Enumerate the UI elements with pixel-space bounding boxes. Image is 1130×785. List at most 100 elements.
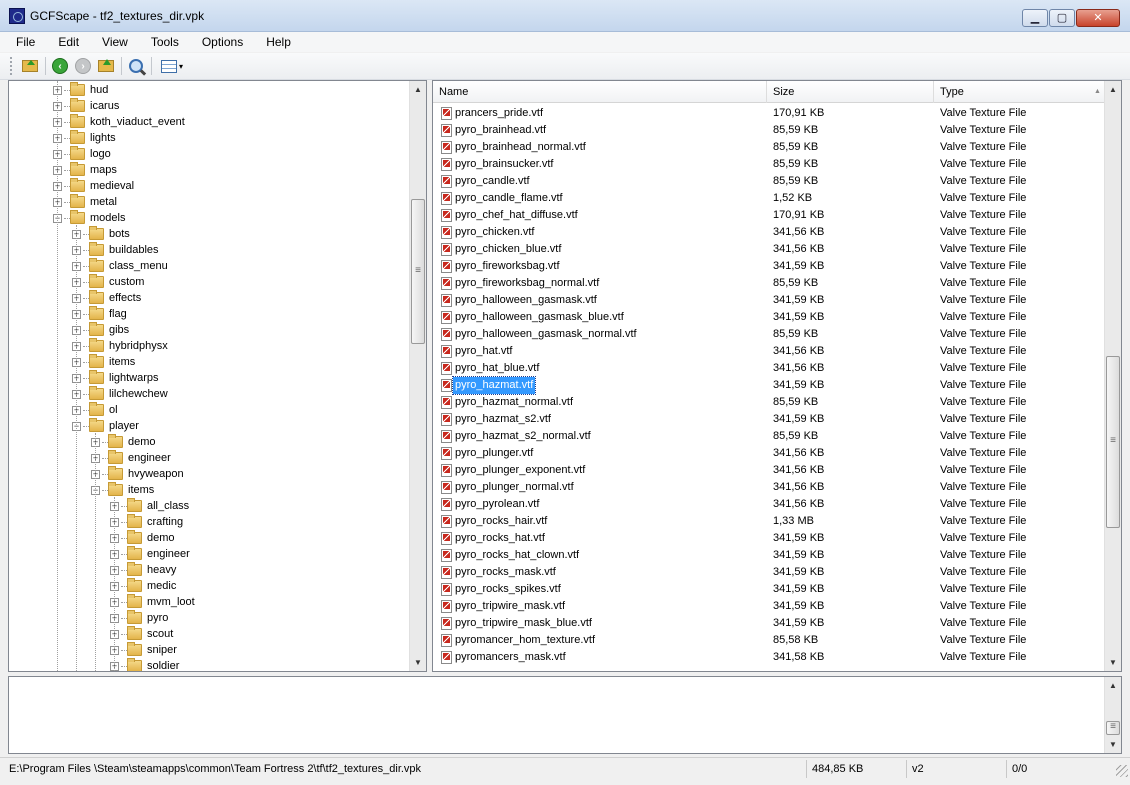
file-row[interactable]: pyro_halloween_gasmask_normal.vtf 85,59 K… bbox=[433, 326, 1105, 343]
tree-item[interactable]: + demo bbox=[9, 434, 409, 450]
file-row[interactable]: pyro_rocks_hair.vtf 1,33 MB Valve Texture … bbox=[433, 513, 1105, 530]
tree-item[interactable]: + engineer bbox=[9, 546, 409, 562]
tree-item[interactable]: + hybridphysx bbox=[9, 338, 409, 354]
menu-help[interactable]: Help bbox=[264, 34, 293, 50]
list-scrollbar[interactable]: ▲ ▼ bbox=[1104, 81, 1121, 671]
tree-item[interactable]: + lightwarps bbox=[9, 370, 409, 386]
tree-item[interactable]: + scout bbox=[9, 626, 409, 642]
tree-item[interactable]: + engineer bbox=[9, 450, 409, 466]
file-row[interactable]: pyro_fireworksbag_normal.vtf 85,59 KB Valv… bbox=[433, 275, 1105, 292]
file-row[interactable]: pyro_rocks_spikes.vtf 341,59 KB Valve Text… bbox=[433, 581, 1105, 598]
scroll-thumb[interactable] bbox=[411, 199, 425, 344]
file-row[interactable]: pyro_brainhead.vtf 85,59 KB Valve Texture … bbox=[433, 122, 1105, 139]
maximize-button[interactable]: ▢ bbox=[1049, 9, 1075, 27]
tree-item[interactable]: + effects bbox=[9, 290, 409, 306]
file-row[interactable]: pyromancers_mask.vtf 341,58 KB Valve Textu… bbox=[433, 649, 1105, 666]
tree-item[interactable]: − models bbox=[9, 210, 409, 226]
title-bar[interactable]: GCFScape - tf2_textures_dir.vpk ▁ ▢ ✕ bbox=[0, 0, 1130, 32]
scroll-thumb[interactable] bbox=[1106, 721, 1120, 735]
menu-options[interactable]: Options bbox=[200, 34, 245, 50]
file-row[interactable]: pyro_brainhead_normal.vtf 85,59 KB Valve T… bbox=[433, 139, 1105, 156]
tree-item[interactable]: + custom bbox=[9, 274, 409, 290]
tree-item[interactable]: + demo bbox=[9, 530, 409, 546]
file-row[interactable]: pyro_plunger_exponent.vtf 341,56 KB Valve … bbox=[433, 462, 1105, 479]
menu-file[interactable]: File bbox=[14, 34, 37, 50]
file-row[interactable]: pyro_rocks_hat.vtf 341,59 KB Valve Texture… bbox=[433, 530, 1105, 547]
file-row[interactable]: pyromancer_hom_texture.vtf 85,58 KB Valve … bbox=[433, 632, 1105, 649]
back-button[interactable]: ‹ bbox=[49, 55, 71, 77]
file-row[interactable]: pyro_hat_blue.vtf 341,56 KB Valve Texture … bbox=[433, 360, 1105, 377]
file-row[interactable]: pyro_chicken.vtf 341,56 KB Valve Texture F… bbox=[433, 224, 1105, 241]
tree-item[interactable]: + flag bbox=[9, 306, 409, 322]
tree-scrollbar[interactable]: ▲ ▼ bbox=[409, 81, 426, 671]
file-row[interactable]: pyro_plunger_normal.vtf 341,56 KB Valve Te… bbox=[433, 479, 1105, 496]
scroll-up-arrow[interactable]: ▲ bbox=[1105, 81, 1121, 98]
file-row[interactable]: pyro_rocks_mask.vtf 341,59 KB Valve Textur… bbox=[433, 564, 1105, 581]
tree-item[interactable]: − player bbox=[9, 418, 409, 434]
log-console[interactable]: ▲ ▼ bbox=[8, 676, 1122, 754]
up-folder-button[interactable] bbox=[95, 55, 117, 77]
file-row[interactable]: pyro_pyrolean.vtf 341,56 KB Valve Texture … bbox=[433, 496, 1105, 513]
file-row[interactable]: pyro_hazmat_s2_normal.vtf 85,59 KB Valve T… bbox=[433, 428, 1105, 445]
file-row[interactable]: pyro_candle.vtf 85,59 KB Valve Texture Fil… bbox=[433, 173, 1105, 190]
scroll-down-arrow[interactable]: ▼ bbox=[410, 654, 426, 671]
toolbar-grip[interactable] bbox=[10, 57, 13, 75]
column-type[interactable]: Type ▲ bbox=[934, 81, 1101, 103]
file-row[interactable]: pyro_plunger.vtf 341,56 KB Valve Texture F… bbox=[433, 445, 1105, 462]
tree-item[interactable]: − items bbox=[9, 482, 409, 498]
tree-item[interactable]: + hud bbox=[9, 82, 409, 98]
tree-item[interactable]: + soldier bbox=[9, 658, 409, 671]
tree-item[interactable]: + hvyweapon bbox=[9, 466, 409, 482]
tree-item[interactable]: + buildables bbox=[9, 242, 409, 258]
tree-item[interactable]: + lilchewchew bbox=[9, 386, 409, 402]
file-row[interactable]: pyro_rocks_hat_clown.vtf 341,59 KB Valve T… bbox=[433, 547, 1105, 564]
scroll-up-arrow[interactable]: ▲ bbox=[410, 81, 426, 98]
menu-view[interactable]: View bbox=[100, 34, 130, 50]
tree-item[interactable]: + icarus bbox=[9, 98, 409, 114]
file-row[interactable]: pyro_tripwire_mask_blue.vtf 341,59 KB Valv… bbox=[433, 615, 1105, 632]
menu-tools[interactable]: Tools bbox=[149, 34, 181, 50]
tree-item[interactable]: + gibs bbox=[9, 322, 409, 338]
file-row[interactable]: pyro_chicken_blue.vtf 341,56 KB Valve Text… bbox=[433, 241, 1105, 258]
file-row[interactable]: prancers_pride.vtf 170,91 KB Valve Texture… bbox=[433, 105, 1105, 122]
find-button[interactable] bbox=[125, 55, 147, 77]
log-scrollbar[interactable]: ▲ ▼ bbox=[1104, 677, 1121, 753]
tree-item[interactable]: + all_class bbox=[9, 498, 409, 514]
tree-item[interactable]: + medic bbox=[9, 578, 409, 594]
file-row[interactable]: pyro_hazmat_s2.vtf 341,59 KB Valve Texture… bbox=[433, 411, 1105, 428]
scroll-down-arrow[interactable]: ▼ bbox=[1105, 654, 1121, 671]
scroll-up-arrow[interactable]: ▲ bbox=[1105, 677, 1121, 694]
tree-item[interactable]: + mvm_loot bbox=[9, 594, 409, 610]
tree-item[interactable]: + koth_viaduct_event bbox=[9, 114, 409, 130]
column-name[interactable]: Name bbox=[433, 81, 767, 103]
file-row[interactable]: pyro_halloween_gasmask_blue.vtf 341,59 KB… bbox=[433, 309, 1105, 326]
tree-item[interactable]: + ol bbox=[9, 402, 409, 418]
forward-button[interactable]: › bbox=[72, 55, 94, 77]
tree-item[interactable]: + crafting bbox=[9, 514, 409, 530]
tree-item[interactable]: + items bbox=[9, 354, 409, 370]
file-list[interactable]: Name Size Type ▲ prancers_pride.vtf 170,91… bbox=[432, 80, 1122, 672]
tree-item[interactable]: + medieval bbox=[9, 178, 409, 194]
tree-item[interactable]: + lights bbox=[9, 130, 409, 146]
tree-item[interactable]: + class_menu bbox=[9, 258, 409, 274]
scroll-thumb[interactable] bbox=[1106, 356, 1120, 528]
file-row[interactable]: pyro_hazmat.vtf 341,59 KB Valve Texture Fi… bbox=[433, 376, 1105, 395]
file-row[interactable]: pyro_fireworksbag.vtf 341,59 KB Valve Text… bbox=[433, 258, 1105, 275]
file-row[interactable]: pyro_hat.vtf 341,56 KB Valve Texture File bbox=[433, 343, 1105, 360]
file-row[interactable]: pyro_brainsucker.vtf 85,59 KB Valve Textur… bbox=[433, 156, 1105, 173]
tree-item[interactable]: + logo bbox=[9, 146, 409, 162]
tree-item[interactable]: + bots bbox=[9, 226, 409, 242]
tree-item[interactable]: + sniper bbox=[9, 642, 409, 658]
file-row[interactable]: pyro_hazmat_normal.vtf 85,59 KB Valve Text… bbox=[433, 394, 1105, 411]
close-button[interactable]: ✕ bbox=[1076, 9, 1120, 27]
tree-item[interactable]: + heavy bbox=[9, 562, 409, 578]
tree-item[interactable]: + metal bbox=[9, 194, 409, 210]
view-mode-button[interactable]: ▾ bbox=[155, 55, 189, 77]
minimize-button[interactable]: ▁ bbox=[1022, 9, 1048, 27]
resize-grip[interactable] bbox=[1116, 765, 1128, 777]
folder-tree[interactable]: + hud + icarus + koth_viaduct_event + lights + lo… bbox=[8, 80, 427, 672]
file-row[interactable]: pyro_candle_flame.vtf 1,52 KB Valve Textur… bbox=[433, 190, 1105, 207]
file-row[interactable]: pyro_chef_hat_diffuse.vtf 170,91 KB Valve … bbox=[433, 207, 1105, 224]
column-size[interactable]: Size bbox=[767, 81, 934, 103]
scroll-down-arrow[interactable]: ▼ bbox=[1105, 736, 1121, 753]
